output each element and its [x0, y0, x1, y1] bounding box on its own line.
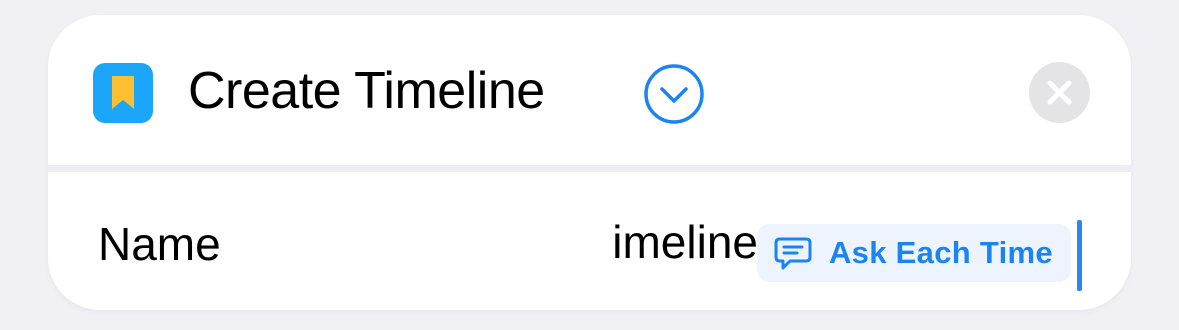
close-icon: [1047, 80, 1072, 105]
action-title: Create Timeline: [188, 62, 545, 120]
speech-bubble-icon: [774, 237, 812, 270]
name-field-value: imeline: [612, 216, 758, 268]
text-cursor: [1077, 220, 1082, 291]
token-label: Ask Each Time: [829, 235, 1053, 270]
name-text-field[interactable]: imeline: [603, 212, 758, 272]
action-header: Create Timeline: [48, 15, 1131, 165]
divider: [48, 165, 1131, 172]
ask-each-time-token[interactable]: Ask Each Time: [757, 224, 1071, 282]
close-button[interactable]: [1029, 62, 1090, 123]
action-card: Create Timeline Name imeline Ask Each Ti…: [48, 15, 1131, 310]
bookmark-icon: [93, 63, 153, 123]
parameter-label: Name: [98, 218, 221, 270]
parameter-row-name: Name imeline Ask Each Time: [48, 172, 1131, 310]
chevron-down-circle-icon[interactable]: [643, 63, 705, 125]
